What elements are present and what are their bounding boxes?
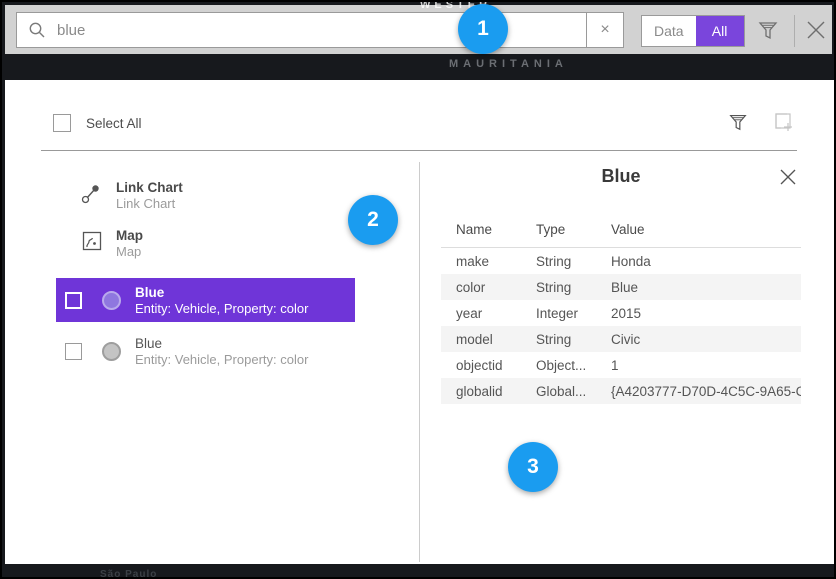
result-subtitle: Entity: Vehicle, Property: color (135, 352, 308, 368)
entity-circle-icon (102, 291, 121, 310)
table-row: model String Civic (441, 326, 801, 352)
map-label-sao-paulo: São Paulo (100, 569, 157, 579)
select-all-label: Select All (86, 116, 142, 131)
select-all-checkbox[interactable] (53, 114, 71, 132)
link-chart-icon (80, 183, 102, 210)
cell-name: globalid (456, 384, 536, 399)
cell-type: Integer (536, 306, 611, 321)
column-header-name: Name (456, 222, 536, 237)
toolbar-divider (794, 15, 795, 47)
cell-value: Civic (611, 332, 801, 347)
cell-value: Blue (611, 280, 801, 295)
column-header-value: Value (611, 222, 801, 237)
clear-search-button[interactable]: × (586, 13, 623, 47)
cell-name: model (456, 332, 536, 347)
panel-vertical-divider (419, 162, 420, 562)
details-close-icon[interactable] (779, 168, 797, 191)
cell-name: color (456, 280, 536, 295)
table-row: globalid Global... {A4203777-D70D-4C5C-9… (441, 378, 801, 404)
result-title: Link Chart (116, 179, 355, 196)
result-subtitle: Map (116, 244, 355, 260)
search-input[interactable]: blue × (16, 12, 624, 48)
result-subtitle: Link Chart (116, 196, 355, 212)
table-row: objectid Object... 1 (441, 352, 801, 378)
attribute-table-header: Name Type Value (441, 216, 801, 247)
map-icon (82, 231, 102, 256)
panel-filter-icon[interactable] (727, 111, 749, 138)
cell-type: Global... (536, 384, 611, 399)
result-item-link-chart[interactable]: Link Chart Link Chart (56, 179, 355, 212)
cell-name: year (456, 306, 536, 321)
details-title: Blue (441, 166, 801, 187)
app-screen: WESTER MAURITANIA São Paulo blue × Data … (0, 0, 836, 579)
filter-icon[interactable] (756, 18, 780, 47)
result-item-map[interactable]: Map Map (56, 227, 355, 260)
search-toolbar: blue × Data All (5, 5, 832, 54)
result-title: Blue (135, 335, 308, 352)
cell-type: Object... (536, 358, 611, 373)
cell-value: 2015 (611, 306, 801, 321)
result-item-blue[interactable]: Blue Entity: Vehicle, Property: color (56, 329, 355, 373)
result-title: Blue (135, 284, 308, 301)
cell-name: make (456, 254, 536, 269)
cell-type: String (536, 332, 611, 347)
result-checkbox[interactable] (65, 292, 82, 309)
cell-value: {A4203777-D70D-4C5C-9A65-C... (611, 384, 801, 399)
callout-2: 2 (348, 195, 398, 245)
close-search-icon[interactable] (804, 18, 828, 47)
callout-1: 1 (458, 4, 508, 54)
table-row: year Integer 2015 (441, 300, 801, 326)
entity-circle-icon (102, 342, 121, 361)
cell-value: Honda (611, 254, 801, 269)
table-row: color String Blue (441, 274, 801, 300)
scope-toggle: Data All (641, 15, 745, 47)
result-title: Map (116, 227, 355, 244)
search-icon (17, 21, 57, 39)
map-label-mauritania: MAURITANIA (449, 58, 568, 70)
panel-header-divider (41, 150, 797, 151)
cell-name: objectid (456, 358, 536, 373)
cell-type: String (536, 254, 611, 269)
attribute-table: Name Type Value make String Honda color … (441, 216, 801, 404)
result-subtitle: Entity: Vehicle, Property: color (135, 301, 308, 317)
result-item-blue-selected[interactable]: Blue Entity: Vehicle, Property: color (56, 278, 355, 322)
toggle-all-button[interactable]: All (696, 16, 744, 46)
toggle-data-button[interactable]: Data (642, 16, 696, 46)
column-header-type: Type (536, 222, 611, 237)
callout-3: 3 (508, 442, 558, 492)
cell-value: 1 (611, 358, 801, 373)
add-to-selection-icon[interactable] (773, 111, 795, 138)
cell-type: String (536, 280, 611, 295)
result-checkbox[interactable] (65, 343, 82, 360)
table-row: make String Honda (441, 248, 801, 274)
results-panel: Select All Link Chart Link Chart Map (5, 80, 834, 564)
